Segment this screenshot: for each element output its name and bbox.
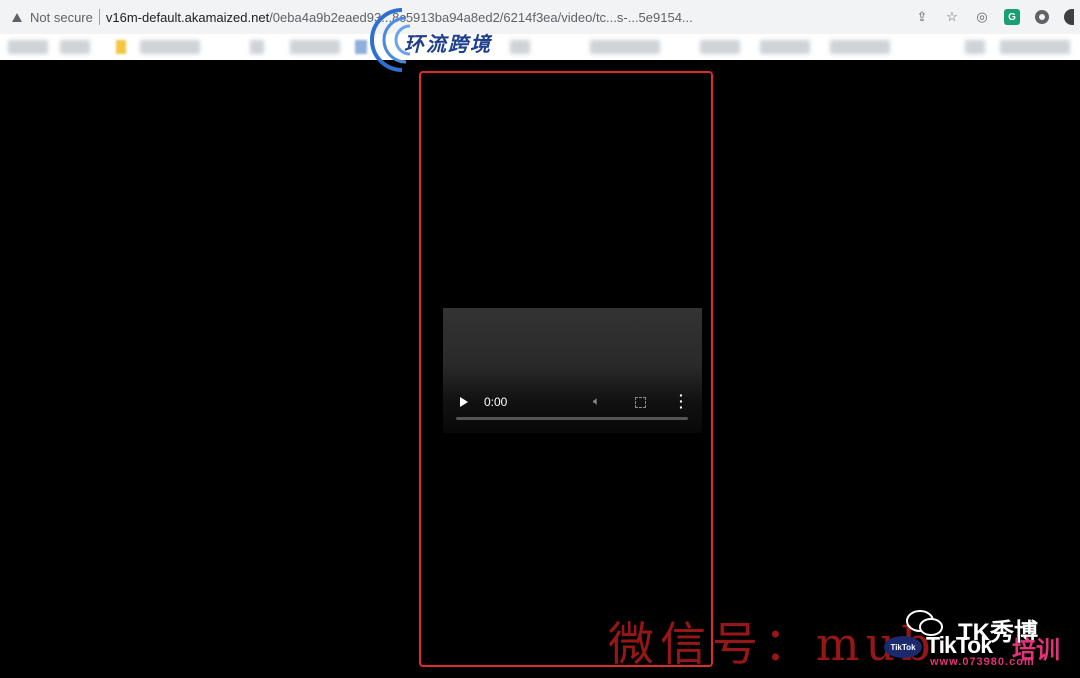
share-icon[interactable]: ⇪ [914,9,930,25]
extension-icon[interactable]: ◎ [974,9,990,25]
video-progress-bar[interactable] [456,417,688,420]
bookmark-item[interactable] [8,40,48,54]
bookmarks-bar [0,34,1080,60]
bookmark-item[interactable] [60,40,90,54]
bookmark-item[interactable] [590,40,660,54]
star-icon[interactable]: ☆ [944,9,960,25]
video-player[interactable]: 0:00 🔈︎ · · · [443,308,702,433]
more-options-icon[interactable]: · · · [679,388,684,414]
browser-toolbar: ⇪ ☆ ◎ G [914,0,1080,34]
bookmark-item[interactable] [760,40,810,54]
bookmark-item[interactable] [965,40,985,54]
bookmark-item[interactable] [250,40,264,54]
bookmark-item[interactable] [700,40,740,54]
fullscreen-icon[interactable] [635,397,646,408]
circle-extension-icon[interactable] [1034,9,1050,25]
watermark-logo: 环流跨境 [362,4,512,76]
url-host: v16m-default.akamaized.net [105,9,270,25]
grammarly-icon[interactable]: G [1004,9,1020,25]
logo-text: 环流跨境 [404,32,492,56]
divider [98,9,100,25]
browser-address-bar: Not secure v16m-default.akamaized.net/0e… [0,0,1080,34]
bookmark-item[interactable] [116,40,126,54]
video-time: 0:00 [484,395,508,409]
tiktok-badge: TikTok [884,636,922,658]
play-icon[interactable] [460,397,468,407]
bookmark-item[interactable] [290,40,340,54]
volume-icon[interactable]: 🔈︎ [593,394,600,409]
tiktok-watermark: TikTok [926,632,993,658]
site-watermark: www.073980.com [930,656,1035,668]
warning-icon[interactable] [12,12,22,22]
security-status[interactable]: Not secure [30,10,93,25]
bookmark-item[interactable] [140,40,200,54]
profile-icon[interactable] [1064,9,1074,25]
bookmark-item[interactable] [1000,40,1070,54]
video-controls: 0:00 🔈︎ · · · [443,388,702,416]
bookmark-item[interactable] [510,40,530,54]
bookmark-item[interactable] [830,40,890,54]
